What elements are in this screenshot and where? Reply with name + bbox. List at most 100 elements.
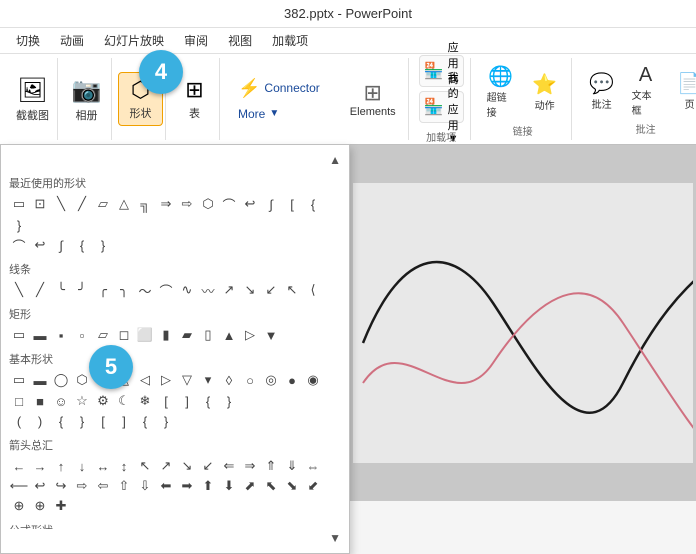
- shape-item[interactable]: ↕: [114, 456, 134, 476]
- shape-item[interactable]: ⇦: [93, 476, 113, 496]
- shape-item[interactable]: {: [72, 235, 92, 255]
- shape-item[interactable]: ←: [9, 456, 29, 476]
- shape-item[interactable]: ↗: [156, 456, 176, 476]
- shape-item[interactable]: ➡: [177, 476, 197, 496]
- shape-item[interactable]: ⬋: [303, 476, 323, 496]
- shape-item[interactable]: ╲: [51, 194, 71, 214]
- shape-item[interactable]: ◯: [51, 370, 71, 390]
- shape-item[interactable]: ↩: [30, 476, 50, 496]
- shape-item[interactable]: ✚: [51, 496, 71, 516]
- shape-item[interactable]: ↪: [51, 476, 71, 496]
- shape-item[interactable]: ⊡: [30, 194, 50, 214]
- shape-item[interactable]: 〰: [198, 280, 218, 300]
- shape-item[interactable]: ⟨: [303, 280, 323, 300]
- shape-item[interactable]: ╲: [9, 280, 29, 300]
- shape-item[interactable]: ▫: [72, 325, 92, 345]
- shape-item[interactable]: ∫: [261, 194, 281, 214]
- shape-item[interactable]: ⬈: [240, 476, 260, 496]
- shape-item[interactable]: 〜: [135, 280, 155, 300]
- shape-item[interactable]: ↔: [93, 456, 113, 476]
- shape-item[interactable]: {: [51, 411, 71, 431]
- shape-item[interactable]: ◎: [261, 370, 281, 390]
- shape-item[interactable]: ▪: [51, 325, 71, 345]
- shape-item[interactable]: ↘: [240, 280, 260, 300]
- shape-item[interactable]: ⇑: [261, 456, 281, 476]
- shape-item[interactable]: □: [9, 391, 29, 411]
- shape-item[interactable]: ╭: [93, 280, 113, 300]
- shape-item[interactable]: {: [198, 391, 218, 411]
- shape-item[interactable]: [: [93, 411, 113, 431]
- shape-item[interactable]: ↩: [240, 194, 260, 214]
- shape-item[interactable]: ↓: [72, 456, 92, 476]
- shape-item[interactable]: ⚙: [93, 391, 113, 411]
- album-button[interactable]: 📷 相册: [64, 72, 109, 127]
- shape-item[interactable]: ▬: [30, 370, 50, 390]
- shape-item[interactable]: }: [93, 235, 113, 255]
- scroll-up-icon[interactable]: ▲: [329, 153, 341, 167]
- shape-item[interactable]: ⇨: [72, 476, 92, 496]
- menu-switch[interactable]: 切换: [8, 30, 48, 51]
- shape-item[interactable]: ↩: [30, 235, 50, 255]
- shape-item[interactable]: ⊕: [30, 496, 50, 516]
- shape-item[interactable]: ⇐: [219, 456, 239, 476]
- textbox-button[interactable]: A 文本框: [626, 62, 666, 119]
- shape-item[interactable]: ▭: [9, 325, 29, 345]
- menu-view[interactable]: 视图: [220, 30, 260, 51]
- shape-item[interactable]: ▱: [93, 194, 113, 214]
- shape-item[interactable]: ▷: [156, 370, 176, 390]
- shape-item[interactable]: ⬜: [135, 325, 155, 345]
- shape-item[interactable]: ▾: [198, 370, 218, 390]
- shape-item[interactable]: ▷: [240, 325, 260, 345]
- shape-item[interactable]: ⌒: [219, 194, 239, 214]
- scroll-down-icon[interactable]: ▼: [329, 531, 341, 545]
- menu-addins[interactable]: 加载项: [264, 30, 316, 51]
- shape-item[interactable]: ◊: [219, 370, 239, 390]
- shape-item[interactable]: ■: [30, 391, 50, 411]
- shape-item[interactable]: ▼: [261, 325, 281, 345]
- shape-item[interactable]: {: [303, 194, 323, 214]
- shape-item[interactable]: △: [114, 194, 134, 214]
- shape-item[interactable]: (: [9, 411, 29, 431]
- shape-item[interactable]: ∿: [177, 280, 197, 300]
- shape-item[interactable]: ⇒: [240, 456, 260, 476]
- shape-item[interactable]: ❄: [135, 391, 155, 411]
- shape-item[interactable]: ⇒: [156, 194, 176, 214]
- shape-item[interactable]: ╗: [135, 194, 155, 214]
- shape-item[interactable]: ▯: [198, 325, 218, 345]
- shape-item[interactable]: ▭: [9, 194, 29, 214]
- screenshot-button[interactable]: 🖼 截截图: [10, 72, 55, 127]
- shape-item[interactable]: ▱: [93, 325, 113, 345]
- shape-item[interactable]: [: [156, 391, 176, 411]
- menu-animation[interactable]: 动画: [52, 30, 92, 51]
- more-button[interactable]: More ▼: [232, 104, 326, 124]
- shape-item[interactable]: ☺: [51, 391, 71, 411]
- shape-item[interactable]: ╮: [114, 280, 134, 300]
- shape-item[interactable]: ↑: [51, 456, 71, 476]
- menu-review[interactable]: 审阅: [176, 30, 216, 51]
- shape-item[interactable]: [: [282, 194, 302, 214]
- shape-item[interactable]: ☾: [114, 391, 134, 411]
- shape-item[interactable]: {: [135, 411, 155, 431]
- shape-item[interactable]: }: [156, 411, 176, 431]
- shape-item[interactable]: ╱: [30, 280, 50, 300]
- shape-item[interactable]: ⌒: [9, 235, 29, 255]
- shape-item[interactable]: ⬅: [156, 476, 176, 496]
- shape-item[interactable]: ↖: [282, 280, 302, 300]
- shape-item[interactable]: ▬: [30, 325, 50, 345]
- shape-item[interactable]: ⌒: [156, 280, 176, 300]
- shape-item[interactable]: ↗: [219, 280, 239, 300]
- myapps-button[interactable]: 🏪 我的应用 ▼: [419, 91, 464, 123]
- shape-item[interactable]: ◉: [303, 370, 323, 390]
- hyperlink-button[interactable]: 🌐 超链接: [481, 62, 521, 121]
- elements-section[interactable]: ⊞ Elements: [338, 58, 409, 140]
- menu-slideshow[interactable]: 幻灯片放映: [96, 30, 172, 51]
- shape-item[interactable]: ⇩: [135, 476, 155, 496]
- shape-item[interactable]: ╱: [72, 194, 92, 214]
- comment-button[interactable]: 💬 批注: [582, 69, 622, 113]
- shape-item[interactable]: →: [30, 456, 50, 476]
- shape-item[interactable]: ⬡: [198, 194, 218, 214]
- shape-item[interactable]: ⬇: [219, 476, 239, 496]
- shape-item[interactable]: ⟵: [9, 476, 29, 496]
- shape-item[interactable]: }: [219, 391, 239, 411]
- shape-item[interactable]: ▽: [177, 370, 197, 390]
